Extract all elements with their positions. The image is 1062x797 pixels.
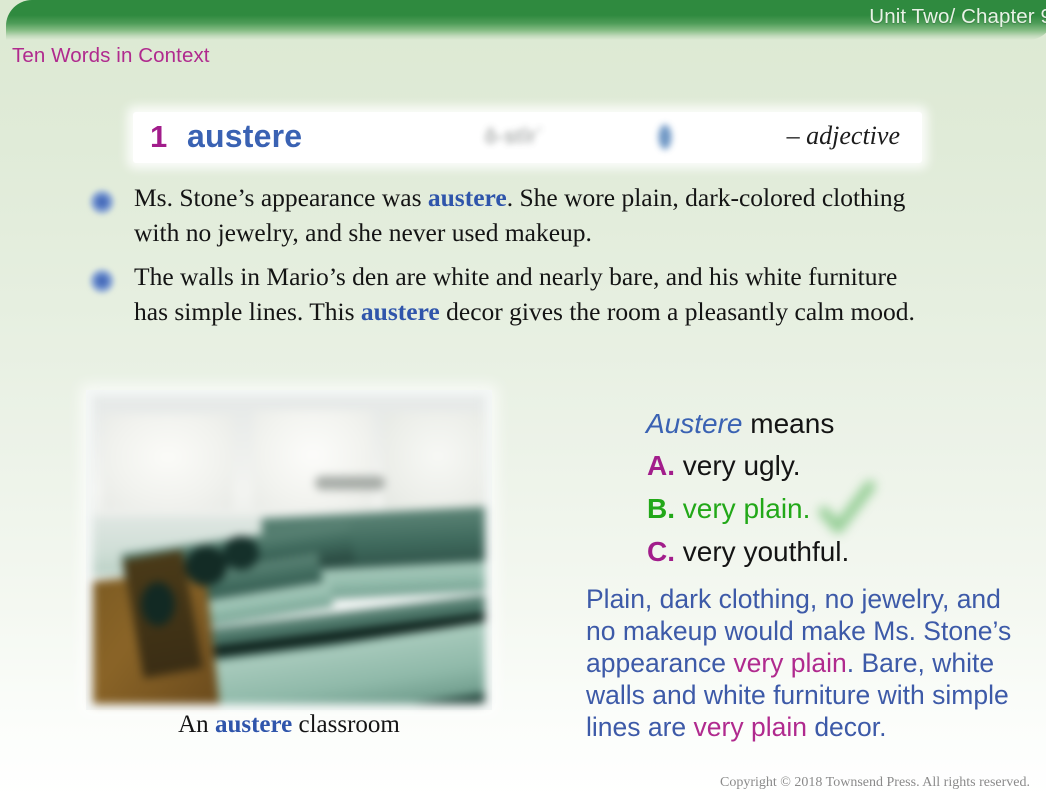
explanation-text: Plain, dark clothing, no jewelry, and no… bbox=[586, 583, 1034, 743]
explanation-highlight-2: very plain bbox=[693, 712, 807, 742]
answer-choice-a[interactable]: A. very ugly. bbox=[647, 450, 801, 482]
unit-chapter-label: Unit Two/ Chapter 9 bbox=[869, 5, 1046, 28]
caption-before: An bbox=[178, 711, 215, 738]
photo-caption: An austere classroom bbox=[86, 711, 492, 739]
speaker-icon[interactable] bbox=[654, 120, 676, 154]
answer-c-letter: C. bbox=[647, 536, 675, 567]
example-2-after: decor gives the room a pleasantly calm m… bbox=[439, 297, 915, 326]
answer-b-letter: B. bbox=[647, 493, 675, 524]
explanation-highlight-1: very plain bbox=[733, 648, 847, 678]
answer-choice-c[interactable]: C. very youthful. bbox=[647, 536, 849, 568]
word-number: 1 bbox=[150, 119, 168, 154]
pronunciation-guide: ô-stîr´ bbox=[485, 126, 545, 148]
example-sentence-1: Ms. Stone’s appearance was austere. She … bbox=[89, 180, 934, 250]
example-1-before: Ms. Stone’s appearance was bbox=[134, 183, 428, 212]
header-bar: Unit Two/ Chapter 9 bbox=[6, 0, 1046, 40]
example-sentence-2: The walls in Mario’s den are white and n… bbox=[89, 259, 934, 329]
question-prompt-word: Austere bbox=[646, 408, 743, 439]
green-check-icon bbox=[818, 478, 876, 540]
part-of-speech-label: – adjective bbox=[786, 121, 900, 150]
word-entry-bar: 1 austere ô-stîr´ – adjective bbox=[133, 112, 922, 163]
classroom-photo bbox=[86, 390, 492, 710]
copyright-footer: Copyright © 2018 Townsend Press. All rig… bbox=[720, 775, 1030, 790]
question-prompt: Austere means bbox=[646, 408, 834, 440]
classroom-photo-image bbox=[93, 396, 485, 704]
answer-c-text: very youthful. bbox=[682, 536, 850, 567]
section-title: Ten Words in Context bbox=[12, 44, 210, 67]
caption-keyword: austere bbox=[214, 711, 293, 738]
slide-canvas: Unit Two/ Chapter 9 Ten Words in Context… bbox=[0, 0, 1046, 797]
blue-bullet-dot-icon bbox=[89, 189, 115, 215]
caption-after: classroom bbox=[292, 711, 400, 738]
vocabulary-word: austere bbox=[187, 118, 303, 154]
example-2-keyword: austere bbox=[360, 297, 440, 326]
photo-credit-wrapper: © Branko Grujic | Dreamstime.com bbox=[61, 508, 81, 733]
answer-b-text: very plain. bbox=[682, 493, 811, 524]
answer-a-text: very ugly. bbox=[682, 450, 801, 481]
answer-choice-b[interactable]: B. very plain. bbox=[647, 493, 810, 525]
example-1-keyword: austere bbox=[427, 183, 507, 212]
answer-a-letter: A. bbox=[647, 450, 675, 481]
explanation-part-3: decor. bbox=[806, 712, 887, 742]
question-prompt-rest: means bbox=[742, 408, 835, 439]
blue-bullet-dot-icon bbox=[89, 268, 115, 294]
